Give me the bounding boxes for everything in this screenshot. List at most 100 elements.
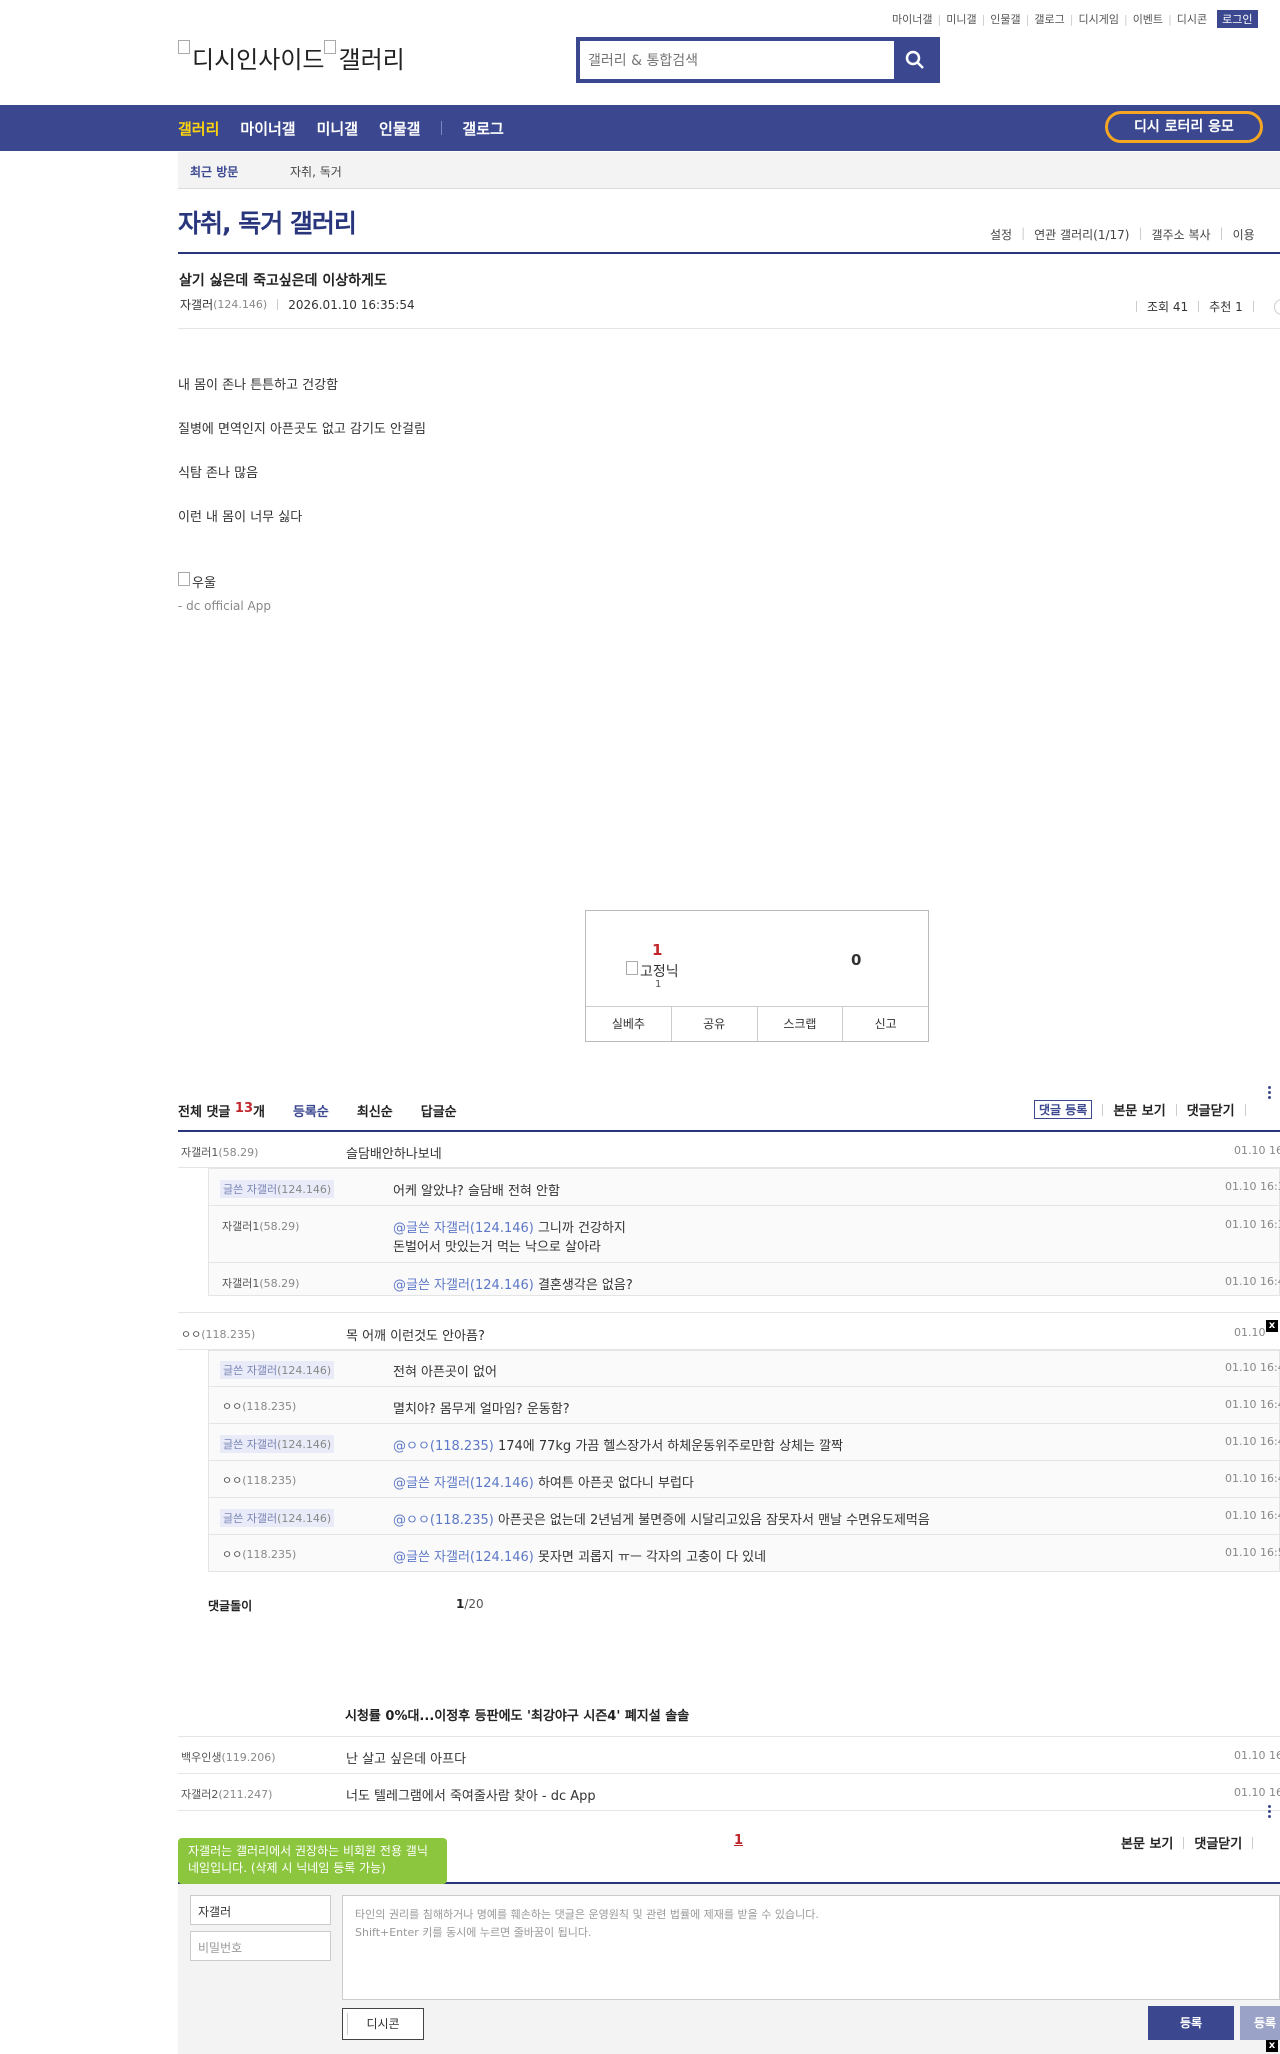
tool-divider [1252,1836,1254,1849]
usage-link[interactable]: 이용 [1233,226,1255,243]
view-post-button[interactable]: 본문 보기 [1121,1833,1173,1852]
recent-visit-bar: 최근 방문 자취, 독거 [178,152,1280,189]
post-author[interactable]: 자갤러 [180,296,213,313]
nav-gallog[interactable]: 갤로그 [462,118,503,139]
post-image[interactable]: 우울 [178,572,216,591]
copy-address-link[interactable]: 갤주소 복사 [1152,226,1211,243]
recent-visit-item[interactable]: 자취, 독거 [290,163,342,180]
comment-author[interactable]: 자갤러1(58.29) [181,1144,258,1160]
comment-author[interactable]: 백우인생(119.206) [181,1749,276,1765]
sort-by-latest[interactable]: 최신순 [357,1101,393,1120]
nav-person-gallery[interactable]: 인물갤 [379,118,420,139]
related-gallery-link[interactable]: 연관 갤러리(1/17) [1034,226,1129,243]
recommend-up-count[interactable]: 1 [652,941,662,959]
reply-author[interactable]: 글쓴 자갤러(124.146) [220,1509,335,1527]
nickname-field[interactable]: 자갤러 [190,1895,331,1925]
reply-date: 01.10 16:4 [1225,1472,1280,1485]
search-input[interactable] [586,41,880,81]
reply-text: @글쓴 자갤러(124.146) 못자면 괴롭지 ㅠㅡ 각자의 고충이 다 있네 [393,1546,766,1565]
reply-author-name: ㅇㅇ [222,1548,243,1561]
sort-by-reply[interactable]: 답글순 [421,1101,457,1120]
comment-date: 01.10 [1234,1326,1266,1339]
close-icon[interactable]: x [1266,1320,1278,1332]
reply-author[interactable]: 글쓴 자갤러(124.146) [220,1361,335,1379]
view-post-button[interactable]: 본문 보기 [1113,1100,1165,1119]
nav-gallery[interactable]: 갤러리 [178,118,219,139]
reply-author[interactable]: 글쓴 자갤러(124.146) [220,1435,335,1453]
best-recommend-button[interactable]: 실베추 [586,1007,672,1041]
reply-author[interactable]: 자갤러1(58.29) [222,1218,299,1234]
top-menu-dcgame[interactable]: 디시게임 [1078,11,1118,27]
login-button[interactable]: 로그인 [1217,10,1258,28]
close-icon[interactable]: x [1266,2040,1278,2052]
nav-mini-gallery[interactable]: 미니갤 [317,118,358,139]
top-menu-minor[interactable]: 마이너갤 [892,11,932,27]
share-button[interactable]: 공유 [672,1007,758,1041]
lottery-button[interactable]: 디시 로터리 응모 [1105,111,1263,143]
reply-mention[interactable]: @글쓴 자갤러(124.146) [393,1550,534,1565]
reply-author[interactable]: ㅇㅇ(118.235) [222,1472,296,1488]
comment-register-button[interactable]: 댓글 등록 [1034,1100,1093,1119]
post-title: 살기 싫은데 죽고싶은데 이상하게도 [179,273,387,289]
top-menu-person[interactable]: 인물갤 [990,11,1020,27]
top-menu-mini[interactable]: 미니갤 [946,11,976,27]
reply-mention[interactable]: @글쓴 자갤러(124.146) [393,1278,534,1293]
comment-textarea[interactable]: 타인의 권리를 침해하거나 명예를 훼손하는 댓글은 운영원칙 및 관련 법률에… [342,1895,1280,2000]
recent-visit-label: 최근 방문 [190,165,239,179]
dccon-button[interactable]: 디시콘 [342,2008,424,2040]
reply-text-body: 아픈곳은 없는데 2년넘게 불면증에 시달리고있음 잠못자서 맨날 수면유도제먹… [493,1513,930,1528]
close-comments-button[interactable]: 댓글닫기 [1194,1833,1242,1852]
broken-image-icon [178,40,190,54]
reply-author-ip: (118.235) [242,1400,297,1413]
search-button[interactable] [894,41,936,79]
reply-date: 01.10 16:4 [1225,1509,1280,1522]
password-field[interactable]: 비밀번호 [190,1931,331,1961]
recommend-down-count[interactable]: 0 [851,951,861,969]
top-menu-event[interactable]: 이벤트 [1133,11,1163,27]
comment-page-1[interactable]: 1 [734,1833,743,1848]
reply-text: @ㅇㅇ(118.235) 174에 77kg 가끔 헬스장가서 하체운동위주로만… [393,1435,843,1454]
reply-author[interactable]: ㅇㅇ(118.235) [222,1546,296,1562]
gallery-settings-link[interactable]: 설정 [990,226,1012,243]
reply-mention[interactable]: @ㅇㅇ(118.235) [393,1439,494,1454]
comment-author-ip: (119.206) [221,1751,276,1764]
reply-author[interactable]: ㅇㅇ(118.235) [222,1398,296,1414]
comment-date: 01.10 16 [1234,1786,1280,1799]
report-button[interactable]: 신고 [843,1007,928,1041]
more-options-icon[interactable] [1268,1805,1271,1820]
news-link[interactable]: 시청률 0%대...이정후 등판에도 '최강야구 시즌4' 폐지설 솔솔 [345,1705,689,1724]
row-divider [209,1460,1280,1461]
comment-count-badge[interactable]: 5 [1273,298,1280,315]
top-menu-dccon[interactable]: 디시콘 [1177,11,1207,27]
reply-mention[interactable]: @글쓴 자갤러(124.146) [393,1476,534,1491]
row-divider [178,1312,1280,1313]
nav-minor-gallery[interactable]: 마이너갤 [240,118,295,139]
close-comments-button[interactable]: 댓글닫기 [1187,1100,1235,1119]
broken-image-icon [324,40,337,54]
register-button[interactable]: 등록 [1148,2006,1234,2040]
reply-author-ip: (124.146) [277,1512,332,1525]
reply-group [208,1168,1280,1296]
sort-by-register[interactable]: 등록순 [293,1101,329,1120]
more-options-icon[interactable] [1268,1086,1271,1101]
register-with-gallog-button[interactable]: 등록 [1240,2006,1280,2040]
reply-mention[interactable]: @ㅇㅇ(118.235) [393,1513,494,1528]
row-divider [209,1423,1280,1424]
reply-author[interactable]: 자갤러1(58.29) [222,1275,299,1291]
reply-date: 01.10 16:4 [1225,1435,1280,1448]
gallery-title[interactable]: 자취, 독거 갤러리 [178,204,357,240]
comment-total-unit: 개 [253,1105,265,1120]
reply-author-name: 글쓴 자갤러 [223,1364,278,1377]
reply-text: @글쓴 자갤러(124.146) 결혼생각은 없음? [393,1274,633,1293]
reply-group [208,1350,1280,1572]
site-logo[interactable]: 디시인사이드 갤러리 [178,40,405,75]
reply-author-ip: (124.146) [277,1183,332,1196]
comment-author-name: 자갤러1 [181,1146,219,1159]
reply-mention[interactable]: @글쓴 자갤러(124.146) [393,1221,534,1236]
comment-author[interactable]: 자갤러2(211.247) [181,1786,272,1802]
scrap-button[interactable]: 스크랩 [758,1007,844,1041]
reply-author[interactable]: 글쓴 자갤러(124.146) [220,1180,335,1198]
reply-author-ip: (118.235) [242,1548,297,1561]
top-menu-gallog[interactable]: 갤로그 [1034,11,1064,27]
comment-author[interactable]: ㅇㅇ(118.235) [181,1326,255,1342]
